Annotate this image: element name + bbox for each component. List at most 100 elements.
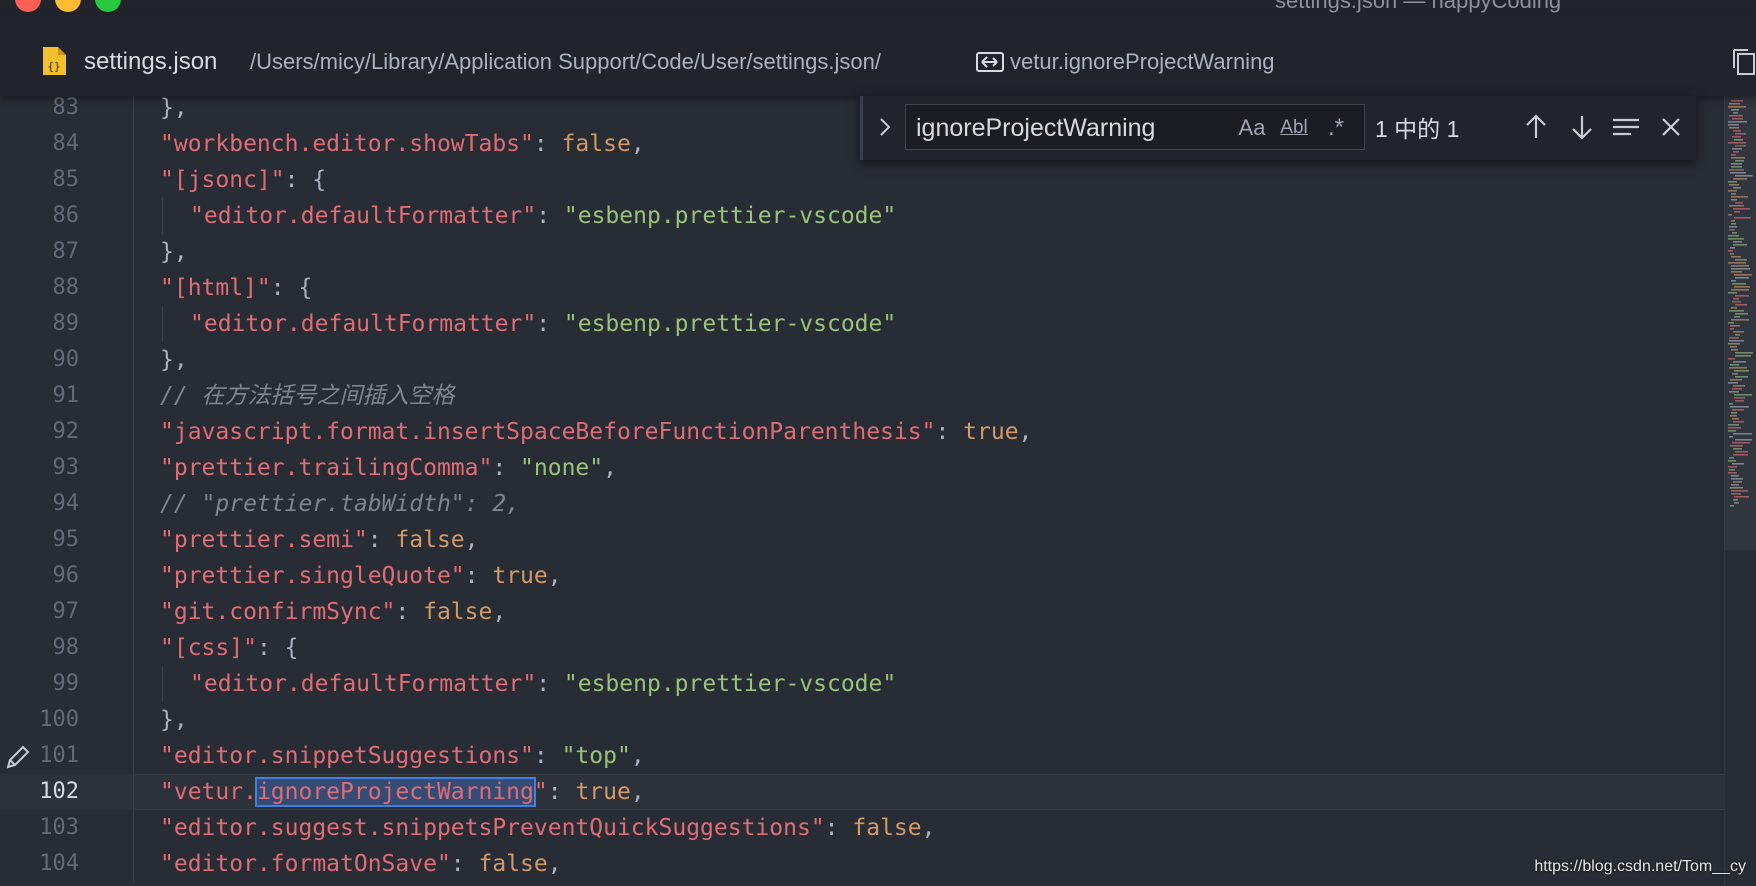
json-key: "javascript.format.insertSpaceBeforeFunc… [160,419,936,445]
whole-word-toggle[interactable]: Abl [1276,112,1312,144]
code-line[interactable]: 95 "prettier.semi": false, [0,522,1724,558]
indent-guide [133,96,134,126]
json-key: "[jsonc]" [160,167,285,193]
title-bar: settings.json — happyCoding [0,0,1756,14]
punctuation: : [547,779,576,805]
code-text: "editor.defaultFormatter": "esbenp.prett… [190,198,896,234]
json-key: "vetur. [160,779,257,805]
vscode-window: settings.json — happyCoding {} settings.… [0,0,1756,886]
punctuation: : [533,131,562,157]
json-key: "editor.suggest.snippetsPreventQuickSugg… [160,815,825,841]
code-editor[interactable]: 83}, 84 "workbench.editor.showTabs": false… [0,96,1724,886]
json-key: "git.confirmSync" [160,599,396,625]
code-text: "editor.formatOnSave": false, [160,846,562,882]
json-string: "esbenp.prettier-vscode" [563,671,897,697]
code-text: "editor.snippetSuggestions": "top", [160,738,645,774]
close-icon[interactable] [1656,112,1686,142]
json-literal: false [561,131,631,157]
code-text: "[jsonc]": { [160,162,326,198]
punctuation: : [824,815,853,841]
breadcrumb-path[interactable]: /Users/micy/Library/Application Support/… [250,49,881,75]
json-key: "editor.defaultFormatter" [190,671,537,697]
indent-guide [133,162,134,198]
line-number: 86 [52,203,80,228]
arrow-up-icon[interactable] [1521,112,1551,142]
code-line[interactable]: 104 "editor.formatOnSave": false, [0,846,1724,882]
code-text: "prettier.trailingComma": "none", [160,450,617,486]
json-key: " [533,779,548,805]
code-line[interactable]: 96 "prettier.singleQuote": true, [0,558,1724,594]
line-number: 96 [52,563,80,588]
code-line[interactable]: 88 "[html]": { [0,270,1724,306]
punctuation: : [464,563,493,589]
code-line[interactable]: 87}, [0,234,1724,270]
punctuation: : [367,527,396,553]
code-text: }, [160,342,188,378]
json-key: "editor.defaultFormatter" [190,311,537,337]
code-text: "git.confirmSync": false, [160,594,506,630]
code-line[interactable]: 102 "vetur.ignoreProjectWarning": true, [0,774,1724,810]
code-text: }, [160,234,188,270]
line-number: 89 [52,311,80,336]
json-literal: false [395,527,465,553]
json-literal: true [963,419,1019,445]
code-line[interactable]: 86 "editor.defaultFormatter": "esbenp.pre… [0,198,1724,234]
code-line[interactable]: 89 "editor.defaultFormatter": "esbenp.pre… [0,306,1724,342]
punctuation: : [536,671,564,697]
json-key: "editor.snippetSuggestions" [160,743,534,769]
find-input[interactable] [916,113,1206,143]
code-line[interactable]: 91 // 在方法括号之间插入空格 [0,378,1724,414]
minimize-window-button[interactable] [55,0,81,12]
edit-pencil-icon[interactable] [4,743,32,771]
line-number: 90 [52,347,80,372]
find-input-box: Aa Abl .* [905,104,1365,150]
indent-guide [133,594,134,630]
split-editor-icon[interactable] [1732,48,1756,76]
code-line[interactable]: 103 "editor.suggest.snippetsPreventQuickS… [0,810,1724,846]
indent-guide [133,198,134,234]
code-line[interactable]: 100}, [0,702,1724,738]
punctuation: : [492,455,521,481]
json-literal: false [423,599,493,625]
breadcrumb-file[interactable]: settings.json [84,48,217,76]
chevron-right-icon[interactable] [877,116,893,138]
punctuation: , [630,743,645,769]
punctuation: , [630,779,645,805]
json-string: "esbenp.prettier-vscode" [563,203,897,229]
code-line[interactable]: 101 "editor.snippetSuggestions": "top", [0,738,1724,774]
code-line[interactable]: 92 "javascript.format.insertSpaceBeforeFu… [0,414,1724,450]
match-case-toggle[interactable]: Aa [1234,112,1270,144]
code-text: "javascript.format.insertSpaceBeforeFunc… [160,414,1032,450]
breadcrumb-symbol[interactable]: vetur.ignoreProjectWarning [1010,49,1275,75]
line-number: 97 [52,599,80,624]
line-number: 94 [52,491,80,516]
json-key: "[html]" [160,275,271,301]
line-number: 87 [52,239,80,264]
code-line[interactable]: 94 // "prettier.tabWidth": 2, [0,486,1724,522]
comment: // "prettier.tabWidth": 2, [160,491,521,517]
close-window-button[interactable] [15,0,41,12]
punctuation: }, [160,347,188,373]
code-line[interactable]: 97 "git.confirmSync": false, [0,594,1724,630]
code-line[interactable]: 85 "[jsonc]": { [0,162,1724,198]
punctuation: , [603,455,617,481]
maximize-window-button[interactable] [95,0,121,12]
json-literal: false [478,851,548,877]
punctuation: : { [256,635,299,661]
code-line[interactable]: 93 "prettier.trailingComma": "none", [0,450,1724,486]
punctuation: , [464,527,479,553]
punctuation: , [547,563,562,589]
vertical-scrollbar-thumb[interactable] [1724,96,1756,550]
indent-guide [133,666,134,702]
indent-guide [133,522,134,558]
json-file-icon: {} [43,47,66,75]
code-text: "editor.defaultFormatter": "esbenp.prett… [190,306,896,342]
find-in-selection-icon[interactable] [1611,112,1641,142]
code-line[interactable]: 90}, [0,342,1724,378]
arrow-down-icon[interactable] [1567,112,1597,142]
line-number: 84 [52,131,80,156]
code-line[interactable]: 98 "[css]": { [0,630,1724,666]
regex-toggle[interactable]: .* [1318,112,1354,144]
indent-guide [133,414,134,450]
code-line[interactable]: 99 "editor.defaultFormatter": "esbenp.pre… [0,666,1724,702]
